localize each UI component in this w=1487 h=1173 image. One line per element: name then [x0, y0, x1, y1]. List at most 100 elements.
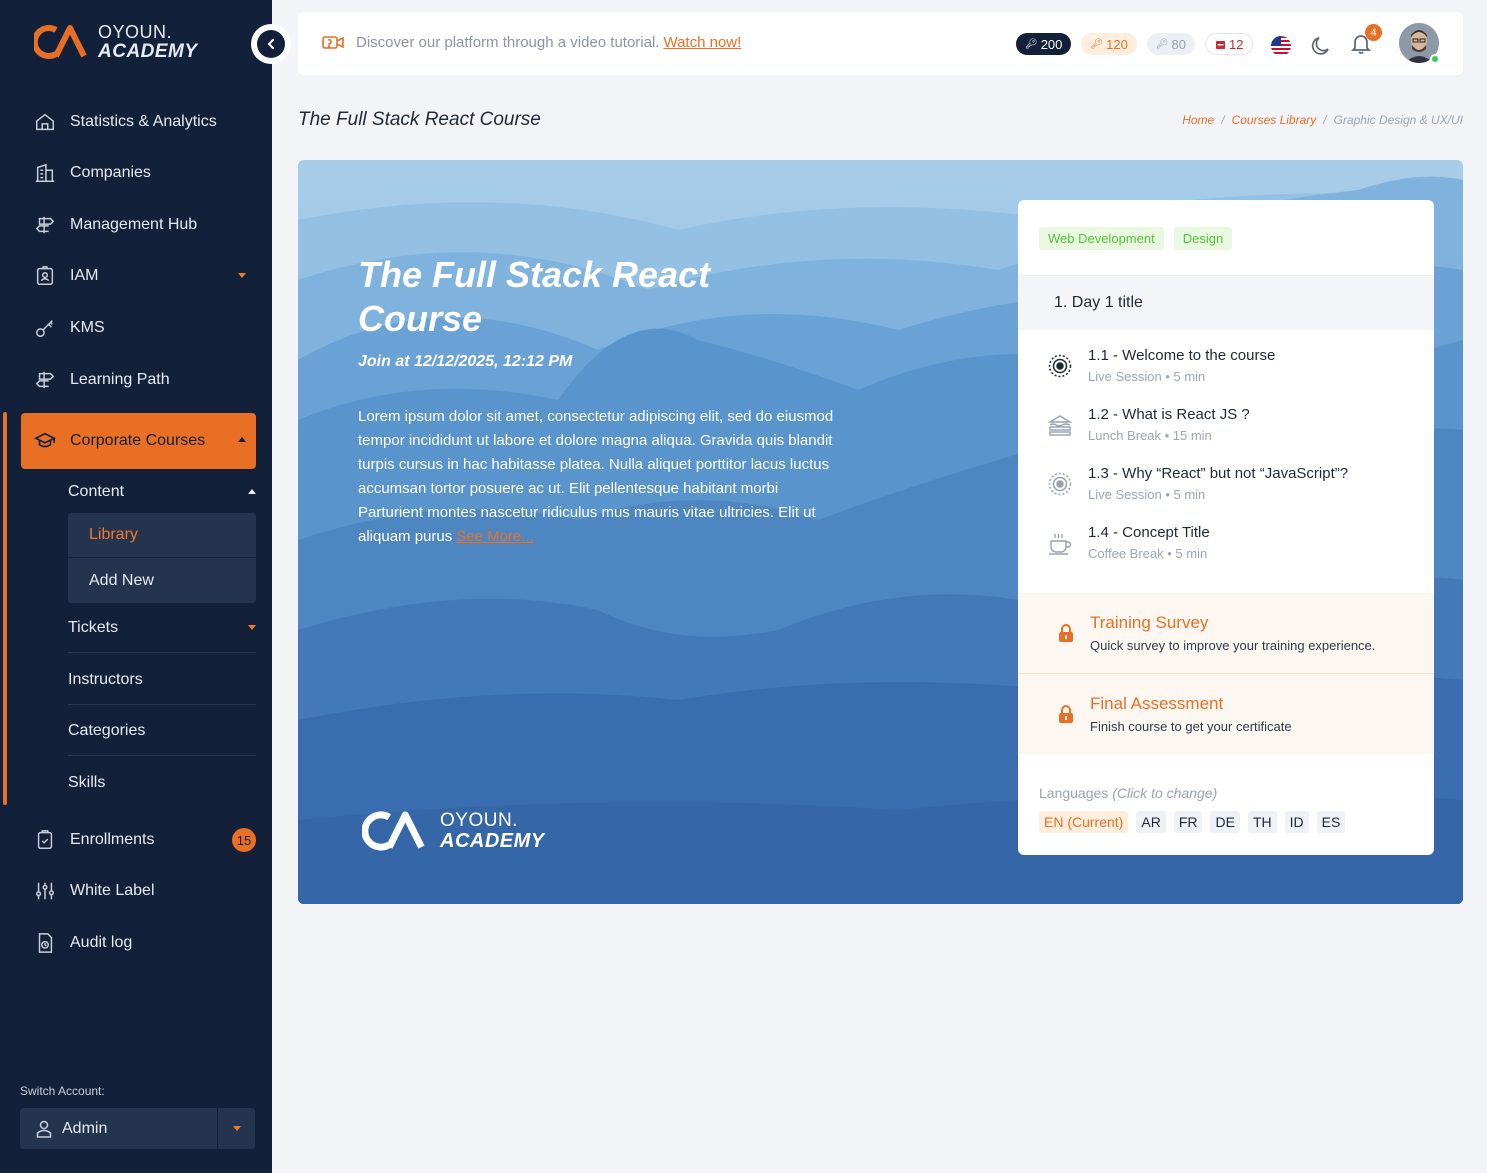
sliders-icon	[36, 882, 54, 900]
enrollments-count-badge: 15	[232, 828, 256, 852]
file-clock-icon	[38, 933, 53, 953]
breadcrumb-separator: /	[1221, 113, 1225, 127]
language-option-th[interactable]: TH	[1247, 811, 1277, 833]
sidebar-item-label: Enrollments	[70, 831, 155, 848]
live-session-icon	[1048, 354, 1072, 378]
promo-text: Discover our platform through a video tu…	[356, 34, 660, 51]
sidebar-item-label: IAM	[70, 267, 99, 284]
sidebar-item-label: Learning Path	[70, 371, 170, 388]
see-more-link[interactable]: See More...	[456, 528, 534, 545]
sidebar-item-label: Companies	[70, 164, 151, 181]
online-status-dot	[1430, 54, 1440, 64]
signpost-icon	[35, 216, 55, 234]
submenu-instructors-label: Instructors	[68, 671, 143, 688]
language-option-en[interactable]: EN (Current)	[1039, 811, 1129, 833]
breadcrumb-separator: /	[1323, 113, 1327, 127]
submenu-categories[interactable]: Categories	[68, 716, 256, 756]
credit-pill-gray[interactable]: 🔑︎ 80	[1146, 33, 1195, 55]
account-dropdown-toggle[interactable]	[217, 1108, 255, 1149]
language-option-fr[interactable]: FR	[1173, 811, 1203, 833]
submenu-skills-label: Skills	[68, 774, 106, 791]
sidebar-item-iam[interactable]: IAM	[34, 262, 256, 290]
lesson-meta: Live Session • 5 min	[1088, 369, 1206, 384]
submenu-skills[interactable]: Skills	[68, 768, 256, 798]
lesson-item[interactable]: 1.1 - Welcome to the course Live Session…	[1046, 346, 1275, 384]
submenu-library[interactable]: Library	[68, 513, 256, 558]
content-submenu: Library Add New	[68, 513, 256, 603]
sidebar-item-learning-path[interactable]: Learning Path	[34, 366, 256, 394]
brand-line2: ACADEMY	[98, 41, 198, 62]
account-switcher[interactable]: Admin	[20, 1108, 255, 1149]
graduation-cap-icon	[34, 432, 56, 448]
key-icon: 🔑︎	[1155, 38, 1169, 50]
submenu-content[interactable]: Content	[68, 477, 256, 507]
breadcrumb-home[interactable]: Home	[1182, 113, 1214, 127]
sidebar-item-enrollments[interactable]: Enrollments 15	[34, 826, 256, 854]
breadcrumb-courses-library[interactable]: Courses Library	[1232, 113, 1317, 127]
key-icon	[36, 320, 53, 337]
day-header[interactable]: 1. Day 1 title	[1018, 276, 1434, 330]
training-survey-item[interactable]: Training Survey Quick survey to improve …	[1018, 593, 1434, 673]
training-survey-title: Training Survey	[1090, 613, 1209, 632]
languages-hint: (Click to change)	[1112, 785, 1218, 801]
credit-pill-dark[interactable]: 🔑︎ 200	[1016, 33, 1072, 55]
languages-label-text: Languages	[1039, 785, 1109, 801]
brand-logo[interactable]: OYOUN. ACADEMY	[34, 22, 198, 62]
dark-mode-moon-icon[interactable]	[1310, 35, 1332, 57]
sidebar-item-label: Audit log	[70, 934, 133, 951]
submenu-tickets[interactable]: Tickets	[68, 613, 256, 653]
course-outline-card: Web Development Design 1. Day 1 title 1.…	[1018, 200, 1434, 855]
chevron-left-icon	[267, 39, 274, 49]
sidebar-item-management-hub[interactable]: Management Hub	[34, 211, 256, 239]
submenu-tickets-label: Tickets	[68, 619, 119, 636]
watch-now-link[interactable]: Watch now!	[663, 34, 741, 51]
video-tutorial-banner: Discover our platform through a video tu…	[322, 34, 741, 51]
lesson-meta: Lunch Break • 15 min	[1088, 428, 1212, 443]
key-icon: 🔑︎	[1025, 38, 1038, 50]
chevron-down-icon	[238, 273, 246, 278]
sidebar-item-statistics[interactable]: Statistics & Analytics	[34, 108, 256, 136]
tag-web-development[interactable]: Web Development	[1039, 227, 1164, 250]
sidebar-item-label: Corporate Courses	[70, 432, 206, 449]
hero-course-title: The Full Stack React Course	[358, 254, 711, 339]
chevron-up-icon	[248, 489, 256, 494]
tag-design[interactable]: Design	[1173, 227, 1233, 250]
top-bar: Discover our platform through a video tu…	[298, 12, 1463, 75]
account-name: Admin	[62, 1119, 108, 1137]
submenu-add-new[interactable]: Add New	[68, 558, 256, 603]
lesson-title: 1.2 - What is React JS ?	[1088, 406, 1250, 423]
us-flag-icon[interactable]	[1270, 35, 1292, 57]
sidebar-item-white-label[interactable]: White Label	[34, 877, 256, 905]
user-icon	[36, 1120, 52, 1138]
lesson-item[interactable]: 1.2 - What is React JS ? Lunch Break • 1…	[1046, 405, 1250, 443]
lock-icon	[1059, 705, 1073, 723]
language-option-de[interactable]: DE	[1210, 811, 1240, 833]
sidebar-item-label: Management Hub	[70, 216, 198, 233]
oyoun-logo-icon	[362, 811, 425, 851]
language-option-es[interactable]: ES	[1316, 811, 1346, 833]
language-option-id[interactable]: ID	[1284, 811, 1309, 833]
sidebar-item-kms[interactable]: KMS	[34, 314, 256, 342]
switch-account-label: Switch Account:	[20, 1084, 105, 1098]
credit-pill-red[interactable]: 12	[1204, 33, 1254, 55]
sidebar-collapse-button[interactable]	[251, 24, 291, 64]
sidebar-item-audit-log[interactable]: Audit log	[34, 929, 256, 957]
notifications-button[interactable]: 4	[1350, 24, 1382, 59]
hero-brand-logo: OYOUN. ACADEMY	[362, 808, 545, 854]
lesson-item[interactable]: 1.4 - Concept Title Coffee Break • 5 min	[1046, 523, 1210, 561]
training-survey-desc: Quick survey to improve your training ex…	[1090, 638, 1376, 653]
final-assessment-item[interactable]: Final Assessment Finish course to get yo…	[1018, 674, 1434, 754]
calendar-icon	[1215, 40, 1225, 49]
signpost-icon	[35, 371, 55, 389]
lesson-item[interactable]: 1.3 - Why “React” but not “JavaScript”? …	[1046, 464, 1348, 502]
sidebar-item-companies[interactable]: Companies	[34, 159, 256, 187]
credit-pill-orange[interactable]: 🔑︎ 120	[1081, 33, 1137, 55]
sidebar: OYOUN. ACADEMY Statistics & Analytics Co…	[0, 0, 272, 1173]
active-indicator	[3, 412, 7, 805]
building-icon	[35, 163, 55, 182]
home-icon	[36, 113, 54, 131]
submenu-instructors[interactable]: Instructors	[68, 665, 256, 705]
sidebar-item-corporate-courses[interactable]: Corporate Courses	[21, 413, 256, 469]
sandwich-icon	[1047, 415, 1073, 436]
language-option-ar[interactable]: AR	[1136, 811, 1166, 833]
